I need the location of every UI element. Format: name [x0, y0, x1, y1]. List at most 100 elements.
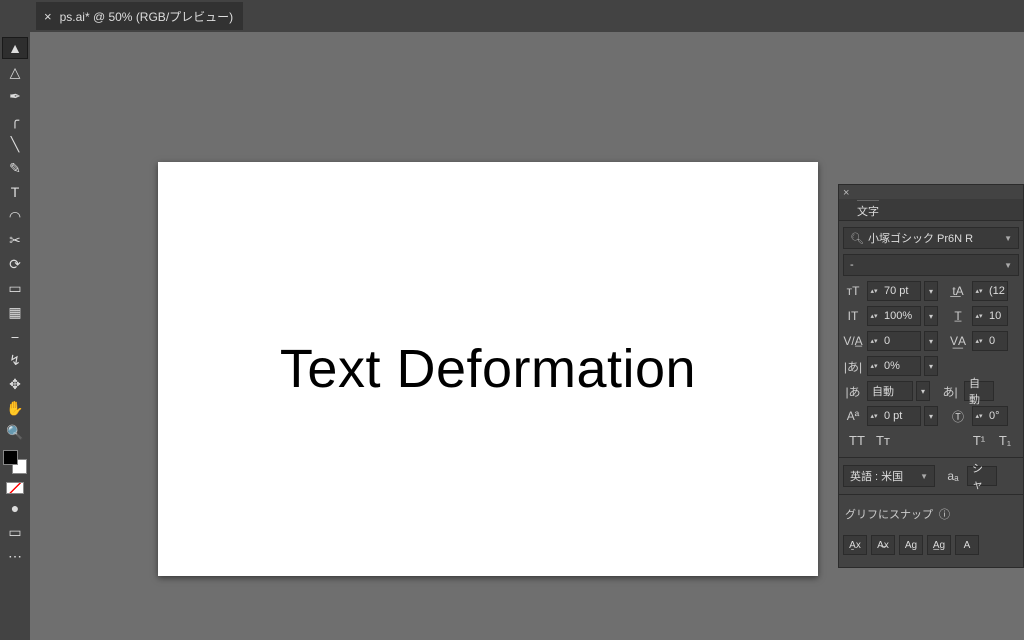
- hscale-value: 10: [985, 310, 1007, 322]
- font-family-value: 小塚ゴシック Pr6N R: [868, 230, 973, 246]
- pen-icon: ✒: [9, 88, 21, 105]
- baseline-dropdown[interactable]: ▾: [924, 406, 938, 426]
- hscale-icon: T̲: [948, 307, 968, 325]
- vscale-input[interactable]: ▴▾100%: [867, 306, 921, 326]
- type-icon: T: [11, 184, 20, 200]
- artboard-text[interactable]: Text Deformation: [280, 338, 696, 400]
- aki-right-icon: あ|: [940, 382, 960, 400]
- stepper-icon[interactable]: ▴▾: [973, 413, 985, 420]
- panel-close-icon[interactable]: ×: [843, 187, 855, 199]
- zoom-icon: 🔍: [6, 424, 23, 441]
- superscript-button[interactable]: T¹: [969, 433, 989, 448]
- vscale-icon: IT: [843, 307, 863, 325]
- baseline-value: 0 pt: [880, 410, 920, 422]
- line-tool[interactable]: ╲: [3, 134, 27, 154]
- tracking-value: 0: [985, 335, 1007, 347]
- snap-baseline-button[interactable]: A̱x: [843, 535, 867, 555]
- stepper-icon[interactable]: ▴▾: [868, 363, 880, 370]
- scale-tool[interactable]: ▭: [3, 278, 27, 298]
- aki-left-input[interactable]: 自動: [867, 381, 913, 401]
- stepper-icon[interactable]: ▴▾: [973, 313, 985, 320]
- document-tabbar: × ps.ai* @ 50% (RGB/プレビュー): [30, 0, 1024, 32]
- eyedropper-tool[interactable]: ⎯: [3, 326, 27, 346]
- zoom-tool[interactable]: 🔍: [3, 422, 27, 442]
- font-size-input[interactable]: ▴▾70 pt: [867, 281, 921, 301]
- antialias-icon: aₐ: [943, 467, 963, 485]
- stepper-icon[interactable]: ▴▾: [973, 338, 985, 345]
- tsume-value: 0%: [880, 360, 920, 372]
- draw-mode[interactable]: ●: [3, 498, 27, 518]
- aki-right-input[interactable]: 自動: [964, 381, 994, 401]
- language-value: 英語 : 米国: [850, 468, 903, 484]
- drawmode-icon: ●: [11, 500, 19, 516]
- aki-left-icon: |あ: [843, 382, 863, 400]
- baseline-input[interactable]: ▴▾0 pt: [867, 406, 921, 426]
- allcaps-button[interactable]: TT: [847, 433, 867, 448]
- font-style-field[interactable]: - ▼: [843, 254, 1019, 276]
- hscale-input[interactable]: ▴▾10: [972, 306, 1008, 326]
- type-tool[interactable]: T: [3, 182, 27, 202]
- leading-input[interactable]: ▴▾(12: [972, 281, 1008, 301]
- hand-icon: ✋: [6, 400, 23, 417]
- artboard-tool[interactable]: ✥: [3, 374, 27, 394]
- kerning-value: 0: [880, 335, 920, 347]
- search-icon: 🔍︎: [850, 232, 864, 245]
- snap-glyph-button[interactable]: Ag: [899, 535, 923, 555]
- baseline-icon: Aª: [843, 407, 863, 425]
- gradient-tool[interactable]: ▦: [3, 302, 27, 322]
- tsume-input[interactable]: ▴▾0%: [867, 356, 921, 376]
- pen-tool[interactable]: ✒: [3, 86, 27, 106]
- fill-swatch[interactable]: [3, 450, 18, 465]
- vscale-value: 100%: [880, 310, 920, 322]
- stepper-icon[interactable]: ▴▾: [868, 313, 880, 320]
- scissors-tool[interactable]: ✂: [3, 230, 27, 250]
- brush-icon: ✎: [9, 160, 21, 177]
- brush-tool[interactable]: ✎: [3, 158, 27, 178]
- artboard[interactable]: Text Deformation: [158, 162, 818, 576]
- aki-left-dropdown[interactable]: ▾: [916, 381, 930, 401]
- curve-icon: ╭: [11, 112, 19, 129]
- info-icon[interactable]: ⓘ: [939, 506, 950, 522]
- close-tab-icon[interactable]: ×: [44, 9, 52, 24]
- none-swatch[interactable]: [6, 482, 24, 494]
- antialias-input[interactable]: シャ: [967, 466, 997, 486]
- stepper-icon[interactable]: ▴▾: [868, 288, 880, 295]
- stepper-icon[interactable]: ▴▾: [868, 338, 880, 345]
- shape-tool[interactable]: ◠: [3, 206, 27, 226]
- vscale-dropdown[interactable]: ▾: [924, 306, 938, 326]
- rotation-input[interactable]: ▴▾0°: [972, 406, 1008, 426]
- fill-stroke-swatch[interactable]: [3, 450, 27, 474]
- rotate-tool[interactable]: ⟳: [3, 254, 27, 274]
- snap-xheight-button[interactable]: A̶x: [871, 535, 895, 555]
- snap-buttons: A̱x A̶x Ag A̲g A: [843, 531, 1019, 559]
- smallcaps-button[interactable]: Tт: [873, 433, 893, 448]
- kerning-dropdown[interactable]: ▾: [924, 331, 938, 351]
- snap-embox-button[interactable]: A̲g: [927, 535, 951, 555]
- tracking-input[interactable]: ▴▾0: [972, 331, 1008, 351]
- tsume-dropdown[interactable]: ▾: [924, 356, 938, 376]
- blend-tool[interactable]: ↯: [3, 350, 27, 370]
- artboard-icon: ✥: [9, 376, 21, 393]
- hand-tool[interactable]: ✋: [3, 398, 27, 418]
- selection-tool[interactable]: ▲: [3, 38, 27, 58]
- direct-selection-tool[interactable]: △: [3, 62, 27, 82]
- stepper-icon[interactable]: ▴▾: [868, 413, 880, 420]
- language-field[interactable]: 英語 : 米国 ▼: [843, 465, 935, 487]
- document-title: ps.ai* @ 50% (RGB/プレビュー): [60, 8, 234, 25]
- screen-icon: ▭: [8, 524, 21, 541]
- kerning-input[interactable]: ▴▾0: [867, 331, 921, 351]
- panel-tab[interactable]: 文字: [839, 199, 1023, 221]
- chevron-down-icon: ▼: [1004, 261, 1012, 270]
- subscript-button[interactable]: T₁: [995, 433, 1015, 448]
- screen-mode[interactable]: ▭: [3, 522, 27, 542]
- font-size-dropdown[interactable]: ▾: [924, 281, 938, 301]
- tsume-icon: |あ|: [843, 357, 863, 375]
- more-tools[interactable]: ⋯: [3, 546, 27, 566]
- snap-angular-button[interactable]: A: [955, 535, 979, 555]
- curvature-tool[interactable]: ╭: [3, 110, 27, 130]
- font-size-icon: тT: [843, 282, 863, 300]
- gradient-icon: ▦: [8, 304, 21, 321]
- font-family-field[interactable]: 🔍︎ 小塚ゴシック Pr6N R ▼: [843, 227, 1019, 249]
- document-tab[interactable]: × ps.ai* @ 50% (RGB/プレビュー): [36, 2, 243, 30]
- stepper-icon[interactable]: ▴▾: [973, 288, 985, 295]
